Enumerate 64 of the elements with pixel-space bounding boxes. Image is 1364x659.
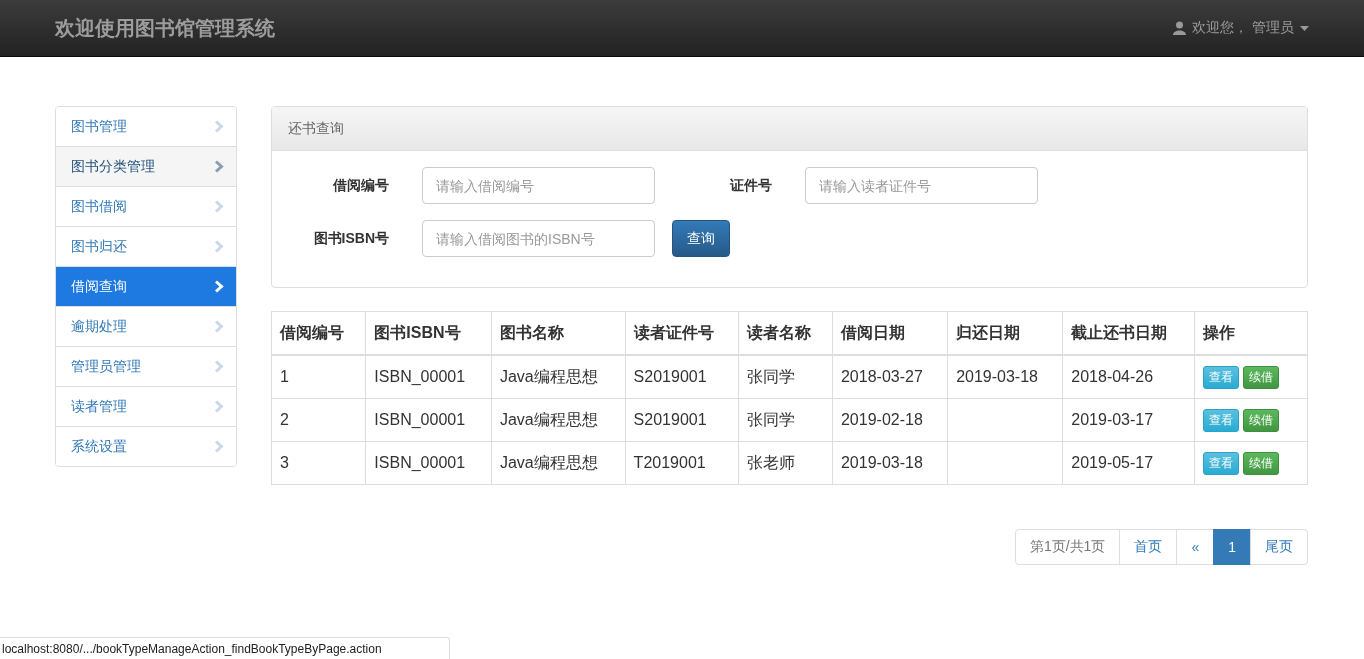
renew-button[interactable]: 续借	[1242, 451, 1279, 475]
chevron-right-icon	[215, 360, 224, 373]
renew-button[interactable]: 续借	[1242, 408, 1279, 432]
column-header: 截止还书日期	[1062, 311, 1195, 355]
chevron-right-icon	[215, 160, 224, 173]
input-field[interactable]: 请输入借阅编号	[422, 167, 655, 204]
input-field[interactable]: 请输入读者证件号	[805, 167, 1038, 204]
column-header: 借阅日期	[832, 311, 948, 355]
user-menu[interactable]: 欢迎您， 管理员	[1173, 19, 1309, 37]
status-bar-url: localhost:8080/.../bookTypeManageAction_findBookTypeByPage.action	[0, 637, 450, 659]
input-field[interactable]: 请输入借阅图书的ISBN号	[422, 220, 655, 257]
page-link[interactable]: «	[1176, 529, 1215, 565]
table-cell: 2019-03-18	[840, 454, 923, 471]
column-header: 读者名称	[738, 311, 833, 355]
user-icon	[1173, 21, 1187, 35]
renew-button[interactable]: 续借	[1242, 365, 1279, 389]
search-button[interactable]: 查询	[672, 220, 730, 257]
chevron-right-icon	[215, 120, 224, 133]
field-label: 图书ISBN号	[312, 229, 389, 248]
chevron-right-icon	[215, 400, 224, 413]
chevron-right-icon	[215, 280, 224, 293]
field-label: 证件号	[729, 176, 772, 195]
sidebar-item[interactable]: 借阅查询	[56, 266, 236, 306]
page-link[interactable]: 首页	[1119, 529, 1178, 565]
chevron-right-icon	[215, 320, 224, 333]
table-cell: ISBN_00001	[374, 454, 466, 471]
table-cell: 2019-05-17	[1071, 454, 1154, 471]
table-cell: 3	[280, 454, 289, 471]
chevron-right-icon	[215, 240, 224, 253]
table-cell: S2019001	[633, 411, 707, 428]
table-cell: T2019001	[633, 454, 706, 471]
sidebar-item[interactable]: 系统设置	[56, 426, 236, 466]
table-cell: ISBN_00001	[374, 368, 466, 385]
table-cell: Java编程思想	[499, 453, 598, 471]
column-header: 借阅编号	[271, 311, 366, 355]
field-label: 借阅编号	[332, 176, 389, 195]
table-cell: 张老师	[746, 453, 795, 471]
table-cell: 张同学	[746, 410, 795, 428]
page-info[interactable]: 第1页/共1页	[1014, 529, 1121, 565]
table-cell: 2018-04-26	[1071, 368, 1154, 385]
table-cell: ISBN_00001	[374, 411, 466, 428]
panel-title: 还书查询	[288, 119, 344, 138]
caret-icon	[1300, 25, 1309, 31]
table-cell: 2	[280, 411, 289, 428]
table-cell: Java编程思想	[499, 410, 598, 428]
page-link[interactable]: 1	[1213, 529, 1251, 565]
chevron-right-icon	[215, 200, 224, 213]
column-header: 操作	[1194, 311, 1308, 355]
page-link[interactable]: 尾页	[1250, 529, 1308, 565]
table-cell: 1	[280, 368, 289, 385]
table-cell: 2019-03-17	[1071, 411, 1154, 428]
table-cell: Java编程思想	[499, 367, 598, 385]
chevron-right-icon	[215, 440, 224, 453]
column-header: 图书ISBN号	[365, 311, 492, 355]
table-cell: 2018-03-27	[840, 368, 923, 385]
table-cell: S2019001	[633, 368, 707, 385]
column-header: 归还日期	[947, 311, 1063, 355]
column-header: 图书名称	[491, 311, 626, 355]
table-cell: 张同学	[746, 367, 795, 385]
table-cell: 2019-02-18	[840, 411, 923, 428]
column-header: 读者证件号	[625, 311, 739, 355]
table-cell: 2019-03-18	[956, 368, 1038, 385]
sidebar-item[interactable]: 图书分类管理	[56, 146, 236, 186]
app-title: 欢迎使用图书馆管理系统	[55, 15, 275, 41]
